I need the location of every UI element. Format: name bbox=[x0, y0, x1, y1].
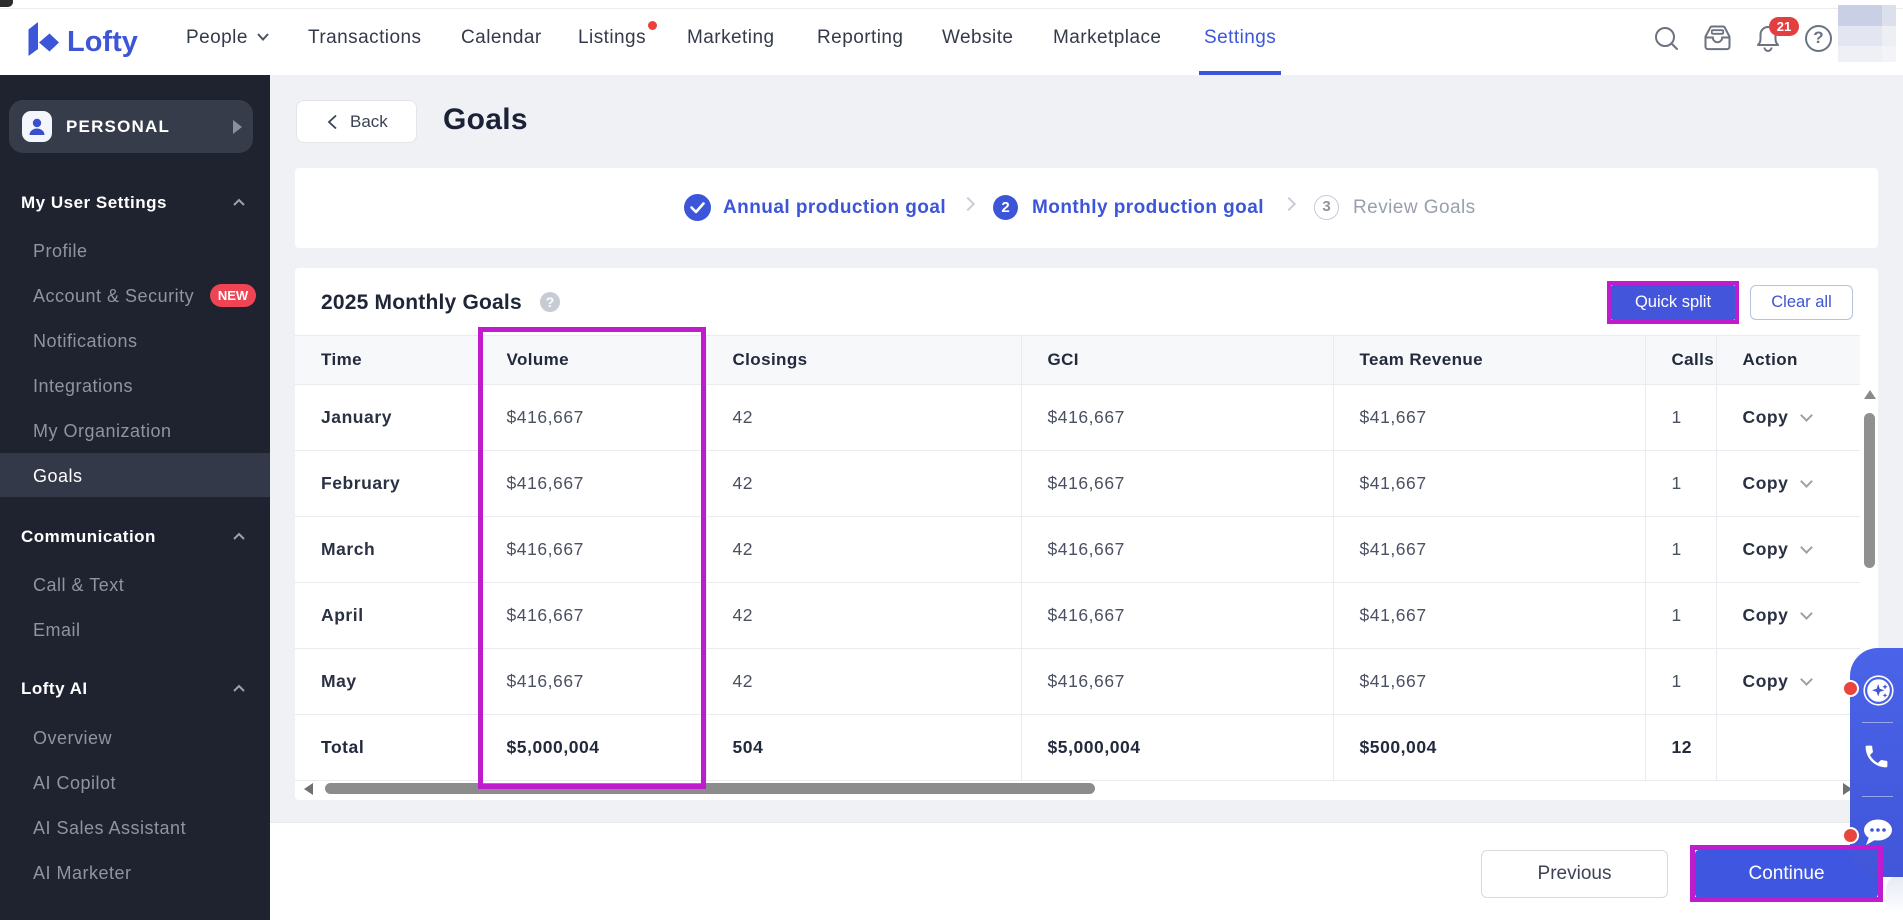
svg-text:Lofty: Lofty bbox=[67, 26, 138, 58]
